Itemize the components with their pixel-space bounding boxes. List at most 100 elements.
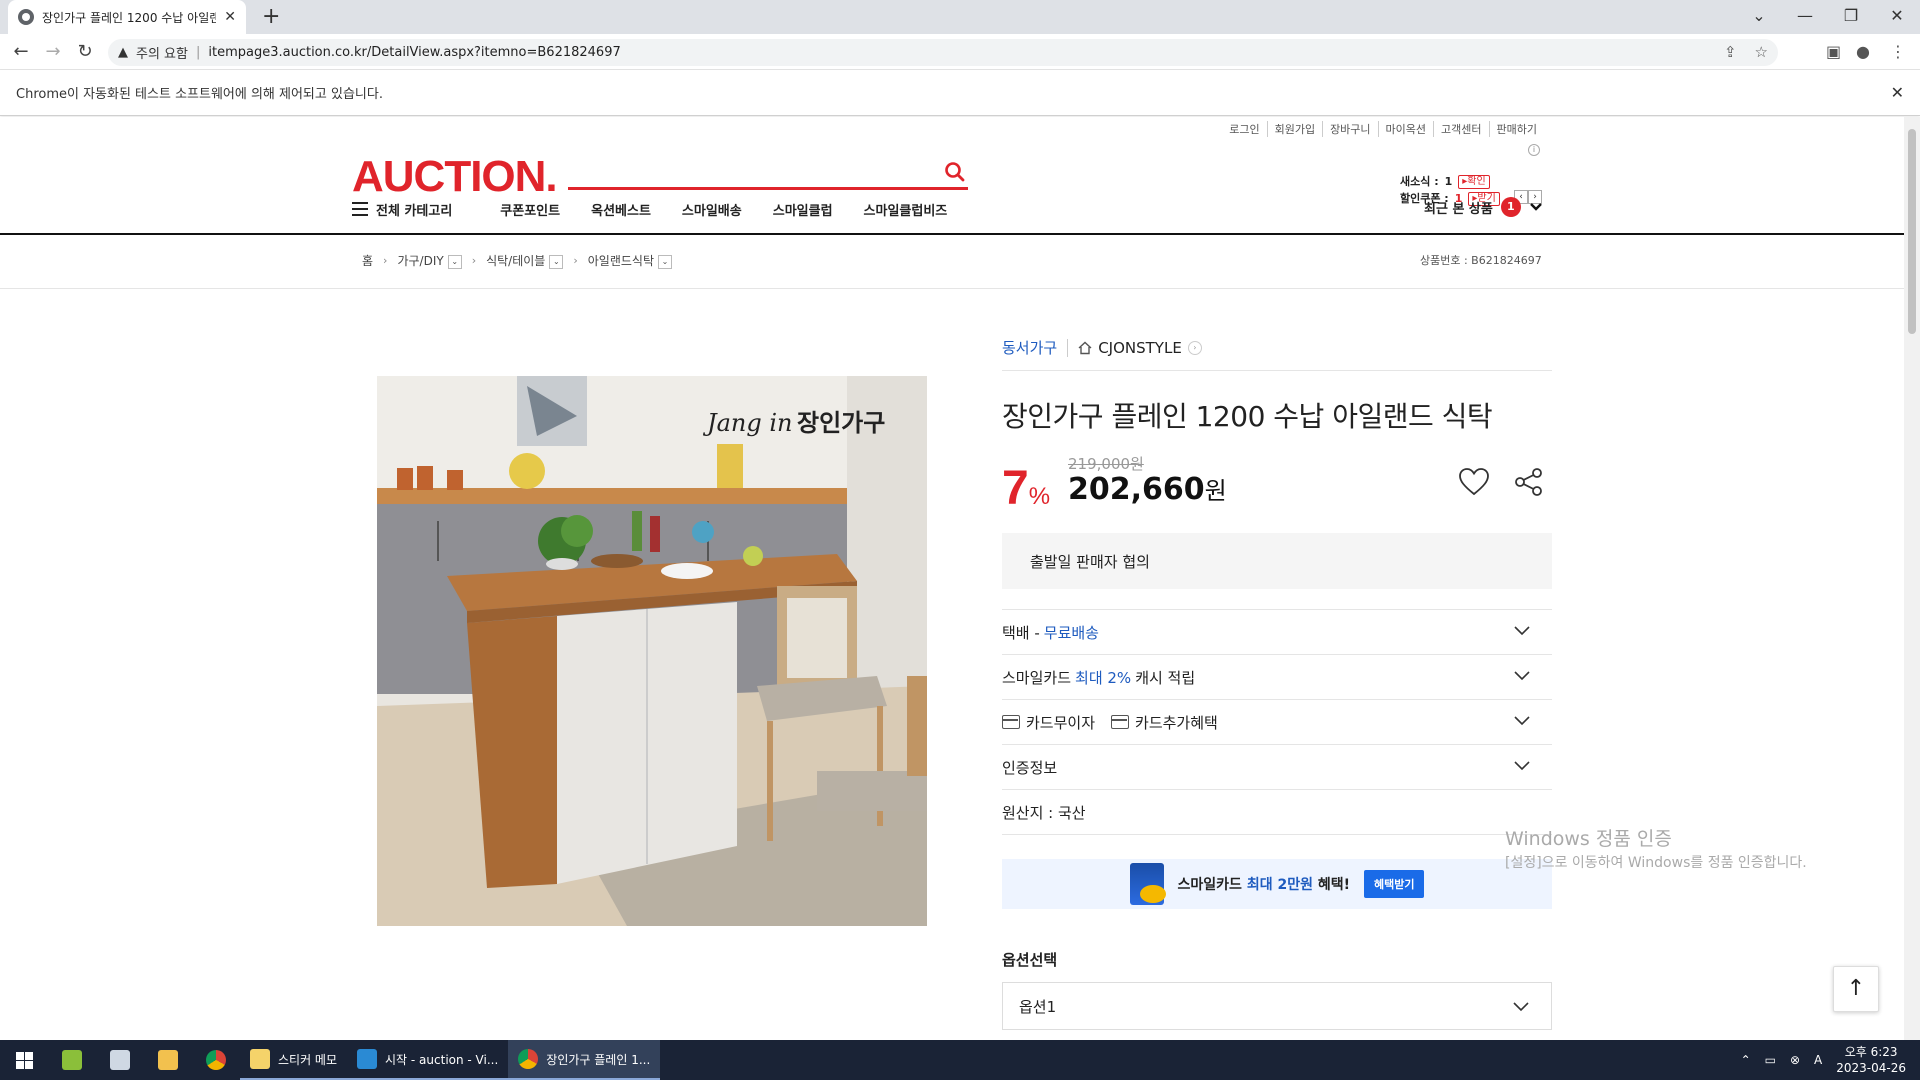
- nav-coupon-point[interactable]: 쿠폰포인트: [500, 200, 560, 219]
- volume-muted-icon[interactable]: ⊗: [1790, 1053, 1800, 1067]
- taskbar-app-explorer[interactable]: [144, 1040, 192, 1080]
- profile-icon[interactable]: ●: [1856, 42, 1870, 61]
- taskbar-app-photo[interactable]: [96, 1040, 144, 1080]
- product-title: 장인가구 플레인 1200 수납 아일랜드 식탁: [1002, 400, 1493, 433]
- photo-app-icon: [110, 1050, 130, 1070]
- security-warning[interactable]: 주의 요함: [136, 43, 188, 62]
- breadcrumb-table[interactable]: 식탁/테이블 ⌄: [486, 252, 564, 269]
- breadcrumb-island[interactable]: 아일랜드식탁 ⌄: [588, 252, 672, 269]
- all-category-button[interactable]: 전체 카테고리: [352, 200, 452, 219]
- dropdown-icon: ⌄: [447, 254, 462, 269]
- login-link[interactable]: 로그인: [1222, 121, 1266, 137]
- chrome-window-label: 장인가구 플레인 1...: [546, 1052, 651, 1067]
- minimize-button[interactable]: —: [1782, 0, 1828, 30]
- tab-close-icon[interactable]: ✕: [224, 9, 236, 25]
- discount-rate: 7%: [1002, 462, 1051, 515]
- side-panel-icon[interactable]: ▣: [1826, 42, 1841, 61]
- store-link[interactable]: CJONSTYLE ›: [1067, 338, 1202, 357]
- breadcrumb-home[interactable]: 홈: [362, 252, 373, 269]
- scrollbar-thumb[interactable]: [1908, 129, 1916, 334]
- product-image[interactable]: Jang in 장인가구: [377, 376, 927, 926]
- chevron-down-icon[interactable]: [1514, 667, 1530, 683]
- taskbar-vscode[interactable]: 시작 - auction - Vi...: [347, 1040, 509, 1080]
- info-icon[interactable]: i: [1528, 144, 1540, 156]
- taskbar-chrome-window[interactable]: 장인가구 플레인 1...: [508, 1040, 661, 1080]
- nav-smile-delivery[interactable]: 스마일배송: [682, 200, 742, 219]
- network-icon[interactable]: ▭: [1765, 1053, 1776, 1067]
- no-interest-label[interactable]: 카드무이자: [1026, 712, 1095, 733]
- smilecard-label: 스마일카드: [1002, 668, 1072, 687]
- share-icon[interactable]: [1514, 467, 1544, 497]
- infobar-close-icon[interactable]: ✕: [1891, 83, 1904, 102]
- warning-icon[interactable]: ▲: [118, 45, 128, 60]
- nav-smile-club-biz[interactable]: 스마일클럽비즈: [864, 200, 948, 219]
- customer-center-link[interactable]: 고객센터: [1433, 121, 1488, 137]
- nav-auction-best[interactable]: 옥션베스트: [591, 200, 651, 219]
- sell-link[interactable]: 판매하기: [1488, 121, 1544, 137]
- reload-icon[interactable]: ↻: [72, 40, 98, 64]
- chevron-down-icon: [1530, 203, 1542, 211]
- smilecard-row[interactable]: 스마일카드 최대 2% 캐시 적립: [1002, 655, 1552, 700]
- page-viewport: 로그인 회원가입 장바구니 마이옥션 고객센터 판매하기 i AUCTION. …: [0, 117, 1904, 1040]
- get-benefit-button[interactable]: 혜택받기: [1363, 870, 1425, 898]
- card-benefit-label[interactable]: 카드추가혜택: [1135, 712, 1218, 733]
- clock[interactable]: 오후 6:23 2023-04-26: [1836, 1044, 1906, 1076]
- chevron-right-icon: ›: [383, 254, 388, 267]
- chrome-icon: [518, 1049, 539, 1069]
- bookmark-star-icon[interactable]: ☆: [1755, 43, 1768, 61]
- taskbar-app-maps[interactable]: [48, 1040, 96, 1080]
- smilecard-banner[interactable]: 스마일카드 최대 2만원 혜택! 혜택받기: [1002, 859, 1552, 909]
- search-input[interactable]: [570, 159, 930, 185]
- card-plus-icon: [1111, 715, 1130, 729]
- new-tab-button[interactable]: +: [262, 4, 280, 30]
- breadcrumb: 홈 › 가구/DIY ⌄ › 식탁/테이블 ⌄ › 아일랜드식탁 ⌄ 상품번호 : B…: [0, 237, 1904, 289]
- sale-price: 202,660원: [1068, 472, 1227, 507]
- back-icon[interactable]: ←: [8, 40, 34, 64]
- tab-search-icon[interactable]: ⌄: [1736, 0, 1782, 30]
- taskbar-app-chrome[interactable]: [192, 1040, 240, 1080]
- sticky-notes-icon: [250, 1049, 270, 1069]
- image-brand-text: 장인가구: [797, 409, 885, 437]
- image-script-text: Jang in: [702, 409, 793, 437]
- chevron-right-icon: ›: [471, 254, 477, 267]
- heart-icon[interactable]: [1458, 467, 1490, 497]
- chevron-down-icon[interactable]: [1514, 757, 1530, 773]
- signup-link[interactable]: 회원가입: [1266, 121, 1322, 137]
- restore-button[interactable]: ❐: [1828, 0, 1874, 30]
- nav-smile-club[interactable]: 스마일클럽: [773, 200, 833, 219]
- start-button[interactable]: [0, 1040, 48, 1080]
- delivery-label: 택배 -: [1002, 623, 1040, 642]
- origin-row: 원산지 : 국산: [1002, 790, 1552, 835]
- address-bar[interactable]: ▲ 주의 요함 | itempage3.auction.co.kr/Detail…: [108, 39, 1778, 66]
- browser-tab[interactable]: 장인가구 플레인 1200 수납 아일랜드 식탁 ✕: [8, 0, 246, 34]
- page-scrollbar[interactable]: [1904, 117, 1920, 1040]
- seller-name[interactable]: 동서가구: [1002, 337, 1057, 358]
- card-benefit-row[interactable]: 카드무이자 카드추가혜택: [1002, 700, 1552, 745]
- url-text[interactable]: itempage3.auction.co.kr/DetailView.aspx?…: [208, 45, 620, 60]
- store-name: CJONSTYLE: [1098, 338, 1182, 357]
- recent-label: 최근 본 상품: [1424, 201, 1493, 217]
- forward-icon[interactable]: →: [40, 40, 66, 64]
- sticky-notes-label: 스티커 메모: [278, 1052, 338, 1067]
- taskbar-sticky-notes[interactable]: 스티커 메모: [240, 1040, 348, 1080]
- my-auction-link[interactable]: 마이옥션: [1377, 121, 1433, 137]
- search-icon[interactable]: [944, 161, 966, 183]
- browser-toolbar: ← → ↻ ▲ 주의 요함 | itempage3.auction.co.kr/…: [0, 34, 1920, 70]
- scroll-top-button[interactable]: ↑: [1833, 966, 1879, 1012]
- delivery-row[interactable]: 택배 - 무료배송: [1002, 610, 1552, 655]
- share-page-icon[interactable]: ⇪: [1724, 43, 1737, 61]
- chevron-down-icon[interactable]: [1514, 622, 1530, 638]
- price-box: 7% 219,000원 202,660원: [1002, 453, 1552, 517]
- chevron-down-icon: [1513, 1002, 1529, 1012]
- close-window-button[interactable]: ✕: [1874, 0, 1920, 30]
- cart-link[interactable]: 장바구니: [1322, 121, 1377, 137]
- smilecard-suffix: 캐시 적립: [1135, 668, 1196, 687]
- tray-overflow-icon[interactable]: ⌃: [1741, 1053, 1751, 1067]
- chevron-down-icon[interactable]: [1514, 712, 1530, 728]
- recent-items-button[interactable]: 최근 본 상품 1: [1424, 197, 1543, 217]
- option-select[interactable]: 옵션1: [1002, 982, 1552, 1030]
- ime-icon[interactable]: A: [1814, 1053, 1822, 1067]
- menu-kebab-icon[interactable]: ⋮: [1890, 42, 1906, 61]
- breadcrumb-furniture[interactable]: 가구/DIY ⌄: [397, 252, 462, 269]
- certification-row[interactable]: 인증정보: [1002, 745, 1552, 790]
